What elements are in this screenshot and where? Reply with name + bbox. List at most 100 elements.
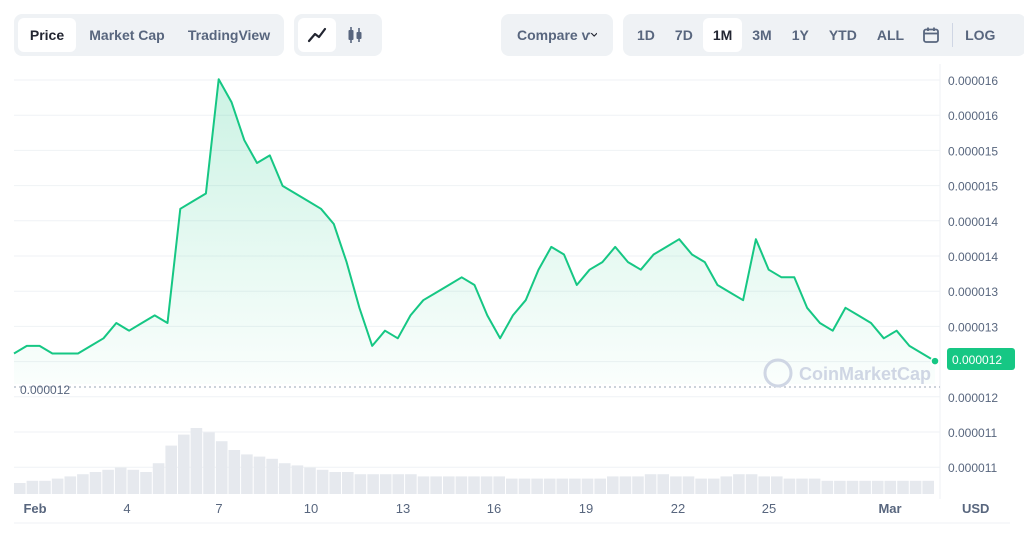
y-tick-label: 0.000014 <box>948 250 998 264</box>
price-point <box>346 261 348 263</box>
line-chart-icon <box>307 27 327 43</box>
calendar-button[interactable] <box>914 18 948 52</box>
y-axis: 0.000016 0.000016 0.000015 0.000015 0.000014… <box>948 74 998 475</box>
range-7d[interactable]: 7D <box>665 18 703 52</box>
volume-bar <box>241 454 253 494</box>
current-price-dot <box>930 356 940 366</box>
y-tick-label: 0.000013 <box>948 285 998 299</box>
volume-bar <box>114 467 127 494</box>
price-point <box>371 345 373 347</box>
price-point <box>678 238 680 240</box>
price-chart-svg[interactable]: 0.000012 CoinMarketCap 0.0000160.0000160… <box>0 64 1024 535</box>
y-tick-label: 0.000013 <box>948 320 998 334</box>
volume-bar <box>102 469 114 494</box>
price-point <box>525 299 527 301</box>
price-point <box>857 314 859 316</box>
range-1y[interactable]: 1Y <box>782 18 819 52</box>
volume-bar <box>783 478 796 494</box>
price-point <box>141 322 143 324</box>
x-tick-label: 13 <box>396 501 410 516</box>
x-tick-label: 10 <box>304 501 318 516</box>
volume-bar <box>215 441 228 494</box>
volume-bar <box>455 476 468 494</box>
volume-bar <box>745 474 758 494</box>
volume-bar <box>569 478 581 494</box>
x-tick-label: 19 <box>579 501 593 516</box>
price-point <box>435 292 437 294</box>
price-point <box>64 353 66 355</box>
volume-bar <box>468 476 480 494</box>
price-point <box>448 284 450 286</box>
volume-bar <box>758 476 770 494</box>
price-point <box>192 200 194 202</box>
volume-bar <box>493 476 505 494</box>
currency-label: USD <box>962 501 989 516</box>
price-point <box>717 284 719 286</box>
price-point <box>793 276 795 278</box>
price-point <box>576 284 578 286</box>
compare-dropdown[interactable]: Compare ѵ <box>505 18 609 52</box>
volume-bar <box>657 474 669 494</box>
volume-bar <box>594 478 606 494</box>
chart-type-tabs: Price Market Cap TradingView <box>14 14 284 56</box>
range-all[interactable]: ALL <box>867 18 914 52</box>
price-point <box>691 254 693 256</box>
compare-dropdown-wrap: Compare ѵ <box>501 14 613 56</box>
price-point <box>77 353 79 355</box>
price-point <box>781 276 783 278</box>
price-point <box>39 345 41 347</box>
y-tick-label: 0.000014 <box>948 215 998 229</box>
price-point <box>653 254 655 256</box>
price-point <box>358 307 360 309</box>
price-point <box>845 307 847 309</box>
watermark-text: CoinMarketCap <box>799 364 931 384</box>
log-scale-toggle[interactable]: LOG <box>957 18 1003 52</box>
volume-bar <box>342 472 354 494</box>
y-tick-label: 0.000016 <box>948 74 998 88</box>
price-point <box>665 246 667 248</box>
price-point <box>908 345 910 347</box>
volume-bar <box>304 467 316 494</box>
chevron-down-icon <box>590 32 597 37</box>
price-point <box>422 299 424 301</box>
range-1d[interactable]: 1D <box>627 18 665 52</box>
volume-bar <box>203 432 215 494</box>
price-point <box>115 322 117 324</box>
price-point <box>51 353 53 355</box>
price-point <box>704 261 706 263</box>
price-point <box>103 337 105 339</box>
candlestick-button[interactable] <box>336 18 374 52</box>
price-point <box>307 200 309 202</box>
volume-bar <box>581 478 594 494</box>
price-chart[interactable]: 0.000012 CoinMarketCap 0.000016 0.000016 0… <box>0 64 1024 535</box>
price-point <box>269 154 271 156</box>
volume-bar <box>909 480 922 494</box>
price-point <box>486 314 488 316</box>
price-point <box>883 337 885 339</box>
price-point <box>128 330 130 332</box>
volume-bar <box>695 478 707 494</box>
price-point <box>13 353 15 355</box>
tab-market-cap[interactable]: Market Cap <box>76 18 178 52</box>
range-3m[interactable]: 3M <box>742 18 781 52</box>
range-1m[interactable]: 1M <box>702 18 743 52</box>
price-point <box>896 330 898 332</box>
volume-bar <box>51 478 64 494</box>
tab-tradingview[interactable]: TradingView <box>178 18 280 52</box>
volume-bar <box>871 480 884 494</box>
volume-bar <box>140 472 152 494</box>
volume-bar <box>518 478 531 494</box>
volume-bar <box>771 476 783 494</box>
volume-bar <box>834 480 846 494</box>
price-point <box>231 101 233 103</box>
volume-bar <box>26 480 39 494</box>
price-point <box>26 345 28 347</box>
line-chart-button[interactable] <box>298 18 336 52</box>
price-point <box>179 208 181 210</box>
volume-bar <box>644 474 657 494</box>
volume-bar <box>506 478 518 494</box>
price-point <box>320 208 322 210</box>
x-tick-label: 4 <box>123 501 130 516</box>
tab-price[interactable]: Price <box>18 18 76 52</box>
range-ytd[interactable]: YTD <box>819 18 867 52</box>
